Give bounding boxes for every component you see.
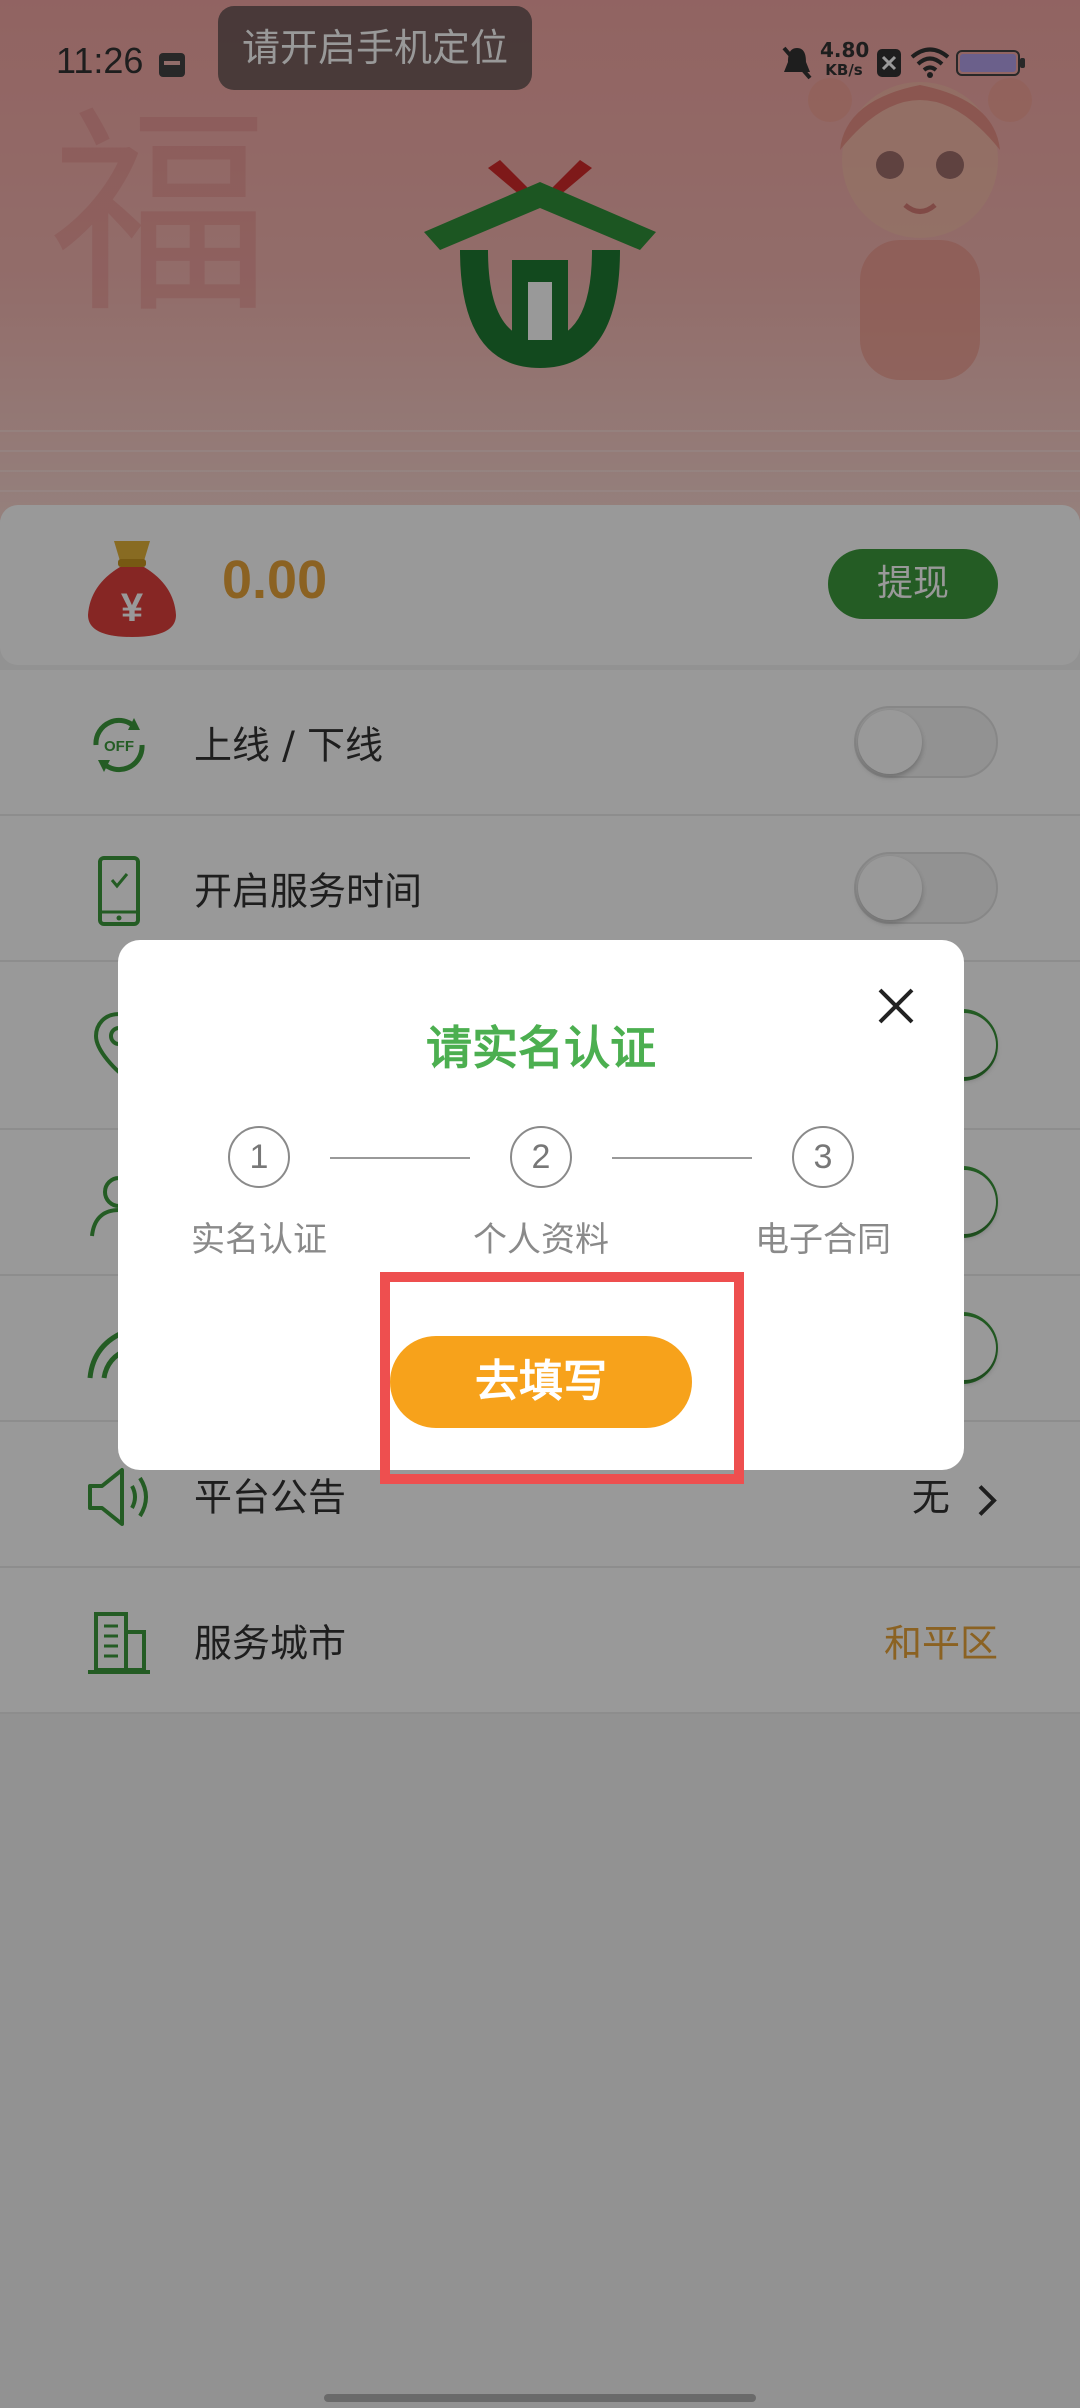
dialog-title: 请实名认证	[426, 1021, 656, 1075]
step-2-label: 个人资料	[473, 1220, 609, 1260]
step-connector	[330, 1157, 470, 1159]
step-connector	[612, 1157, 752, 1159]
step-1-label: 实名认证	[191, 1220, 327, 1260]
home-indicator[interactable]	[324, 2394, 756, 2402]
highlight-box	[380, 1272, 744, 1484]
close-icon[interactable]	[868, 978, 924, 1034]
step-2-circle: 2	[510, 1126, 572, 1188]
step-3-label: 电子合同	[755, 1220, 891, 1260]
step-1-circle: 1	[228, 1126, 290, 1188]
step-3-circle: 3	[792, 1126, 854, 1188]
